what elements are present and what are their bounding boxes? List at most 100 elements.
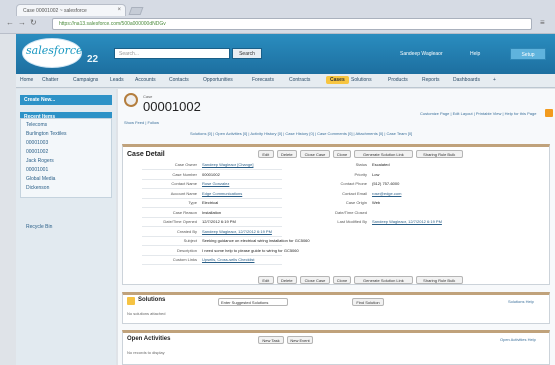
tab-dashboards[interactable]: Dashboards (453, 77, 480, 83)
field-value[interactable]: Sandeep Wagleaor, 12/7/2012 6:19 PM (202, 229, 272, 234)
sharing-rule-bulk-button[interactable]: Sharing Rule Bulk (415, 150, 463, 158)
new-task-button[interactable]: New Task (258, 336, 284, 344)
recycle-bin-link[interactable]: Recycle Bin (26, 224, 52, 230)
tab-products[interactable]: Products (388, 77, 408, 83)
field-label: Custom Links (172, 257, 197, 262)
back-icon[interactable]: ← (6, 18, 14, 27)
field-label: Date/Time Closed (335, 209, 367, 215)
delete-button[interactable]: Delete (276, 276, 297, 284)
panel-title: Case Detail (127, 151, 165, 158)
generate-solution-link-button[interactable]: Generate Solution Link (354, 150, 413, 158)
divider (142, 254, 282, 256)
edit-button[interactable]: Edit (258, 276, 274, 284)
clone-button[interactable]: Clone (333, 276, 351, 284)
tab-accounts[interactable]: Accounts (135, 77, 156, 83)
help-link[interactable]: Help (470, 51, 480, 57)
release-badge: 22 (87, 54, 99, 65)
field-value[interactable]: Sandeep Wagleaor [Change] (202, 162, 253, 167)
delete-button[interactable]: Delete (276, 150, 297, 158)
activities-title: Open Activities (127, 336, 171, 342)
field-label: Last Modified By (337, 219, 367, 224)
browser-tab-title: Case 00001002 ~ salesforce (23, 8, 87, 14)
close-case-button[interactable]: Close Case (300, 150, 330, 158)
open-activities-panel (122, 330, 550, 365)
solutions-icon (127, 297, 135, 305)
field-label: Case Owner (174, 162, 197, 167)
close-case-button[interactable]: Close Case (300, 276, 330, 284)
page-title: 00001002 (143, 99, 201, 114)
address-bar[interactable]: https://na13.salesforce.com/500a000000dN… (52, 18, 532, 30)
field-label: Contact Phone (340, 181, 367, 186)
sidebar-item[interactable]: 00001002 (26, 149, 48, 155)
field-label: Case Origin (345, 200, 367, 205)
browser-menu-icon[interactable]: ≡ (540, 18, 545, 27)
field-label: Date/Time Opened (163, 219, 197, 224)
tab-home[interactable]: Home (20, 77, 33, 83)
tab-reports[interactable]: Reports (422, 77, 440, 83)
field-value: Low (372, 171, 380, 177)
create-new-dropdown[interactable]: Create New... (20, 95, 112, 105)
reload-icon[interactable]: ↻ (30, 18, 37, 27)
field-label: Case Number (172, 171, 197, 177)
field-value: Web (372, 200, 381, 205)
field-value[interactable]: Sandeep Wagleaor, 12/7/2012 6:19 PM (372, 219, 442, 224)
solutions-help-link[interactable]: Solutions Help (508, 299, 534, 304)
tab-leads[interactable]: Leads (110, 77, 124, 83)
clone-button[interactable]: Clone (333, 150, 351, 158)
close-icon[interactable]: × (117, 7, 121, 13)
sidebar-item[interactable]: Global Media (26, 176, 55, 182)
field-value[interactable]: Edge Communications (202, 191, 242, 196)
tab-contracts[interactable]: Contracts (289, 77, 310, 83)
divider (142, 216, 282, 218)
logo-text: salesforce (26, 44, 83, 57)
tab-chatter[interactable]: Chatter (42, 77, 58, 83)
tab-cases[interactable]: Cases (326, 76, 349, 84)
sidebar-item[interactable]: Jack Rogers (26, 158, 54, 164)
sidebar-item[interactable]: Dickenson (26, 185, 49, 191)
field-label: Contact Email (342, 190, 367, 196)
new-event-button[interactable]: New Event (287, 336, 313, 344)
tab-campaigns[interactable]: Campaigns (73, 77, 98, 83)
tab-[interactable]: + (493, 77, 496, 83)
solution-search-input[interactable]: Enter Suggested Solutions (218, 298, 288, 306)
field-value: 12/7/2012 6:19 PM (202, 219, 236, 224)
related-list-links[interactable]: Solutions [0] | Open Activities [0] | Ac… (190, 131, 412, 136)
field-value: I need some help to please guide to wiri… (202, 247, 299, 253)
tab-forecasts[interactable]: Forecasts (252, 77, 274, 83)
field-value[interactable]: Rose Gonzalez (202, 181, 229, 186)
search-button[interactable]: Search (232, 48, 262, 59)
tab-solutions[interactable]: Solutions (351, 77, 372, 83)
divider (142, 207, 282, 208)
field-value[interactable]: rose@edge.com (372, 191, 401, 196)
solutions-empty-text: No solutions attached (127, 311, 166, 316)
edit-button[interactable]: Edit (258, 150, 274, 158)
sidebar-item[interactable]: Telecoms (26, 122, 47, 128)
page-help-link[interactable]: Customize Page | Edit Layout | Printable… (420, 111, 536, 116)
setup-button[interactable]: Setup (510, 48, 546, 60)
generate-solution-link-button[interactable]: Generate Solution Link (354, 276, 413, 284)
divider (142, 178, 282, 180)
field-label: Subject (183, 238, 197, 243)
field-label: Contact Name (171, 181, 197, 186)
field-value[interactable]: Upsells, Cross-sells Checklist (202, 257, 254, 262)
forward-icon[interactable]: → (18, 18, 26, 27)
sidebar-item[interactable]: Burlington Textiles (26, 131, 67, 137)
field-value: Installation (202, 209, 222, 215)
sidebar-item[interactable]: 00001003 (26, 140, 48, 146)
search-input[interactable]: Search... (114, 48, 230, 59)
help-icon[interactable] (545, 109, 553, 117)
field-label: Type (188, 200, 197, 205)
field-label: Description (176, 247, 197, 253)
sidebar-item[interactable]: 00001001 (26, 167, 48, 173)
find-solution-button[interactable]: Find Solution (352, 298, 384, 306)
field-label: Created By (176, 228, 197, 234)
divider (142, 188, 282, 189)
tab-contacts[interactable]: Contacts (169, 77, 189, 83)
tab-opportunities[interactable]: Opportunities (203, 77, 233, 83)
browser-tab[interactable]: Case 00001002 ~ salesforce × (16, 4, 126, 16)
field-value: Seeking guidance on electrical wiring in… (202, 238, 310, 243)
activities-help-link[interactable]: Open Activities Help (500, 337, 536, 342)
feed-links[interactable]: Show Feed | Follow (124, 120, 159, 125)
user-menu[interactable]: Sandeep Wagleaor (400, 51, 443, 57)
sharing-rule-bulk-button[interactable]: Sharing Rule Bulk (415, 276, 463, 284)
